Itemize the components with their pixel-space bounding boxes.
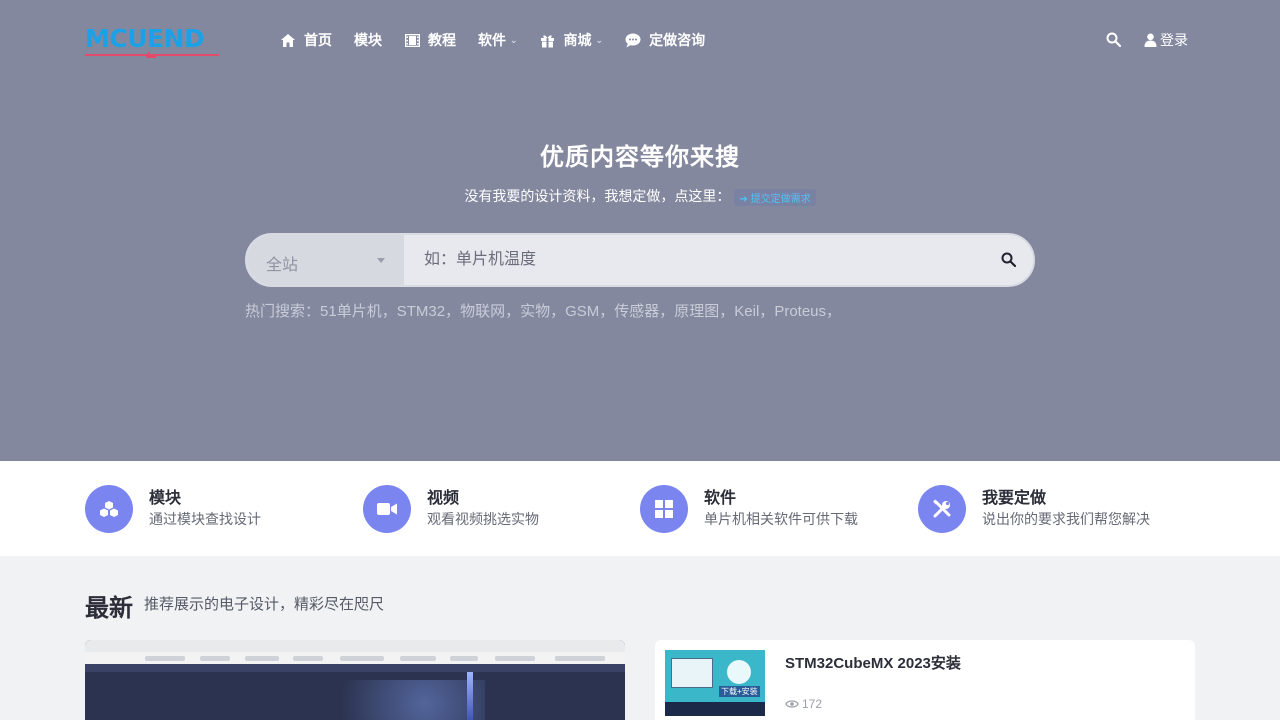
hot-search-term[interactable]: 51单片机，	[320, 300, 397, 321]
site-logo[interactable]: MCUEND	[85, 25, 219, 59]
post-views: 172	[785, 697, 822, 711]
feature-desc: 单片机相关软件可供下载	[704, 511, 858, 527]
hot-search-term[interactable]: 原理图，	[674, 300, 734, 321]
nav-item-label: 软件	[478, 32, 506, 48]
feature-software[interactable]: 软件 单片机相关软件可供下载	[640, 485, 858, 533]
logo-wave	[145, 52, 159, 58]
hot-search-term[interactable]: GSM，	[565, 300, 614, 321]
nav-item-custom-consult[interactable]: 定做咨询	[625, 30, 705, 50]
nav-item-label: 首页	[304, 32, 332, 48]
feature-videos[interactable]: 视频 观看视频挑选实物	[363, 485, 539, 533]
screenshot-light-beam	[467, 672, 473, 720]
film-icon	[404, 32, 420, 48]
search-input[interactable]	[404, 235, 984, 285]
hot-search-term[interactable]: Proteus，	[774, 300, 841, 321]
nav-item-home[interactable]: 首页	[280, 30, 332, 50]
user-icon	[1144, 33, 1157, 47]
windows-icon	[640, 485, 688, 533]
hot-search-term[interactable]: STM32，	[397, 300, 460, 321]
feature-desc: 通过模块查找设计	[149, 511, 261, 527]
post-title[interactable]: STM32CubeMX 2023安装	[785, 652, 961, 673]
hero-banner: MCUEND 首页 模块 教程 软件 ⌄ 商城 ⌄ 定做咨询 登录 优质内容等你…	[0, 0, 1280, 461]
feature-title: 软件	[704, 490, 737, 507]
screenshot-bookmarks-bar	[85, 652, 625, 664]
search-bar: 全站	[245, 233, 1035, 287]
thumbnail-tag: 下载+安装	[719, 686, 760, 697]
hot-searches-label: 热门搜索：	[245, 303, 321, 320]
nav-actions: 登录	[1106, 30, 1188, 50]
hot-searches: 热门搜索： 51单片机， STM32， 物联网， 实物， GSM， 传感器， 原…	[245, 300, 841, 321]
search-icon[interactable]	[1106, 32, 1122, 48]
login-button[interactable]: 登录	[1144, 30, 1188, 50]
screenshot-titlebar	[85, 640, 625, 652]
post-thumbnail[interactable]: 下载+安装	[665, 650, 765, 716]
nav-item-label: 教程	[428, 32, 456, 48]
logo-text: MCUEND	[85, 24, 205, 53]
hero-subtitle-text: 没有我要的设计资料，我想定做，点这里：	[464, 188, 731, 204]
caret-down-icon	[377, 258, 385, 263]
chevron-down-icon: ⌄	[595, 34, 604, 45]
tools-icon	[918, 485, 966, 533]
screenshot-navbar	[85, 664, 625, 672]
feature-title: 视频	[427, 490, 460, 507]
feature-title: 我要定做	[982, 490, 1047, 507]
feature-desc: 说出你的要求我们帮您解决	[982, 511, 1150, 527]
nav-item-shop[interactable]: 商城 ⌄	[540, 30, 604, 50]
hot-search-term[interactable]: Keil，	[734, 300, 774, 321]
section-title: 最新	[85, 595, 133, 622]
hot-search-term[interactable]: 实物，	[520, 300, 565, 321]
nav-item-label: 模块	[354, 32, 382, 48]
hero-title: 优质内容等你来搜	[540, 144, 740, 171]
eye-icon	[785, 699, 799, 709]
feature-desc: 观看视频挑选实物	[427, 511, 539, 527]
post-card[interactable]: 下载+安装 STM32CubeMX 2023安装 172	[655, 640, 1195, 720]
nav-item-label: 商城	[563, 32, 592, 48]
top-navbar: MCUEND 首页 模块 教程 软件 ⌄ 商城 ⌄ 定做咨询 登录	[0, 0, 1280, 80]
nav-item-software[interactable]: 软件 ⌄	[478, 30, 518, 50]
submit-custom-request-link[interactable]: ➔ 提交定做需求	[734, 188, 816, 206]
home-icon	[280, 32, 296, 48]
feature-strip: 模块 通过模块查找设计 视频 观看视频挑选实物 软件 单片机相关软件可供下载 我…	[0, 461, 1280, 556]
hot-search-term[interactable]: 物联网，	[460, 300, 520, 321]
nav-item-modules[interactable]: 模块	[354, 30, 382, 50]
post-view-count: 172	[802, 697, 823, 711]
nav-item-label: 定做咨询	[649, 32, 706, 48]
hero-subtitle: 没有我要的设计资料，我想定做，点这里： ➔ 提交定做需求	[0, 186, 1280, 206]
feature-title: 模块	[149, 490, 182, 507]
chevron-down-icon: ⌄	[510, 34, 518, 45]
login-label: 登录	[1160, 32, 1188, 48]
feature-custom[interactable]: 我要定做 说出你的要求我们帮您解决	[918, 485, 1150, 533]
hot-search-term[interactable]: 传感器，	[614, 300, 674, 321]
video-camera-icon	[363, 485, 411, 533]
feature-modules[interactable]: 模块 通过模块查找设计	[85, 485, 261, 533]
cubes-icon	[85, 485, 133, 533]
search-submit-icon[interactable]	[1001, 252, 1017, 268]
chat-bubble-icon	[625, 32, 641, 48]
submit-custom-request-label: 提交定做需求	[750, 193, 811, 205]
main-menu: 首页 模块 教程 软件 ⌄ 商城 ⌄ 定做咨询	[280, 30, 727, 50]
screenshot-background	[285, 680, 485, 720]
nav-item-tutorials[interactable]: 教程	[404, 30, 456, 50]
gift-icon	[540, 32, 556, 48]
search-scope-value: 全站	[266, 257, 299, 274]
section-subtitle: 推荐展示的电子设计，精彩尽在咫尺	[144, 596, 385, 613]
search-scope-select[interactable]: 全站	[247, 235, 404, 285]
featured-post-card[interactable]	[85, 640, 625, 720]
